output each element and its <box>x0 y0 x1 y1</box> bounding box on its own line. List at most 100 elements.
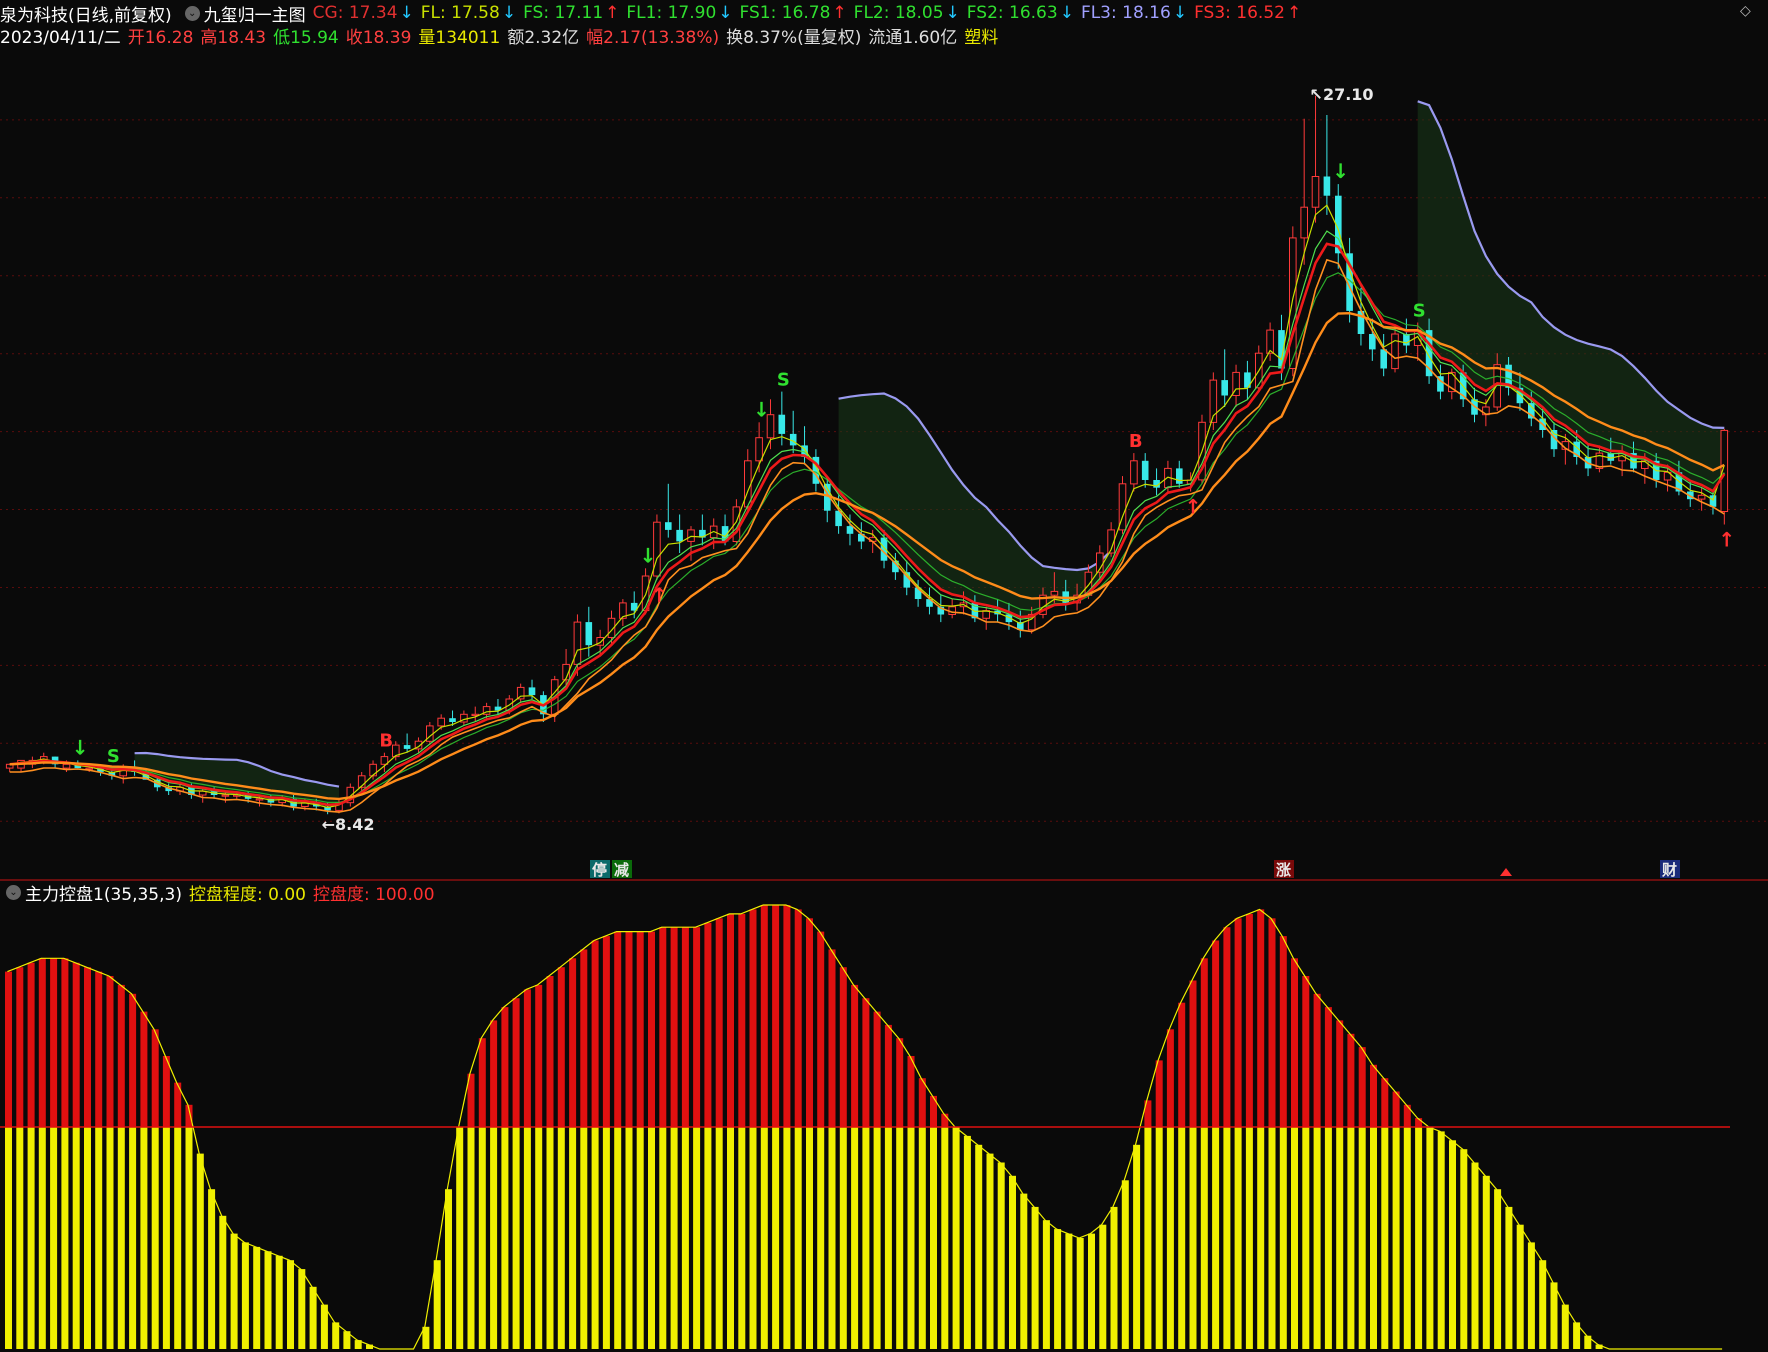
control-bar-yellow <box>1415 1127 1423 1349</box>
control-bar-red <box>817 931 825 1127</box>
signal-s: S <box>777 370 790 391</box>
control-bar-yellow <box>230 1233 238 1349</box>
candle-body <box>1323 176 1331 196</box>
control-bar-red <box>1155 1060 1163 1127</box>
control-bar-red <box>129 993 137 1127</box>
control-bar-yellow <box>1178 1127 1186 1349</box>
price-chart[interactable]: ↖27.10 ←8.42 S B S B S ↓ ↓ ↑ ↓ ↑ ↓ ↑ 停减 涨 财 <box>0 0 1768 1352</box>
control-bar-yellow <box>1245 1127 1253 1349</box>
control-bar-yellow <box>1223 1127 1231 1349</box>
control-bar-red <box>151 1029 159 1127</box>
control-bar-yellow <box>851 1127 859 1349</box>
control-bar-yellow <box>490 1127 498 1349</box>
control-bar-yellow <box>61 1127 69 1349</box>
control-bar-red <box>602 936 610 1127</box>
signal-s: S <box>107 746 120 767</box>
control-bar-red <box>738 913 746 1127</box>
max-price-label: ↖27.10 <box>1310 85 1374 104</box>
control-bar-yellow <box>151 1127 159 1349</box>
control-bar-red <box>681 927 689 1127</box>
control-bar-red <box>16 967 24 1127</box>
control-bar-red <box>760 905 768 1127</box>
control-bar-yellow <box>941 1127 949 1349</box>
control-bar-yellow <box>445 1189 452 1349</box>
control-bar-yellow <box>1347 1127 1355 1349</box>
control-bar-red <box>625 931 633 1127</box>
control-bar-red <box>95 971 103 1127</box>
control-bar-yellow <box>1550 1282 1558 1349</box>
candle-body <box>85 767 94 770</box>
control-bar-yellow <box>264 1251 272 1349</box>
control-bar-yellow <box>794 1127 802 1349</box>
control-bar-yellow <box>1313 1127 1321 1349</box>
candle-body <box>846 526 854 534</box>
control-bar-yellow <box>219 1215 227 1349</box>
control-bar-red <box>546 976 554 1127</box>
control-bar-yellow <box>648 1127 655 1349</box>
control-bar-yellow <box>1505 1206 1513 1349</box>
control-bar-yellow <box>512 1127 520 1349</box>
control-bar-yellow <box>196 1153 204 1349</box>
candle-body <box>62 763 71 769</box>
control-bar-yellow <box>185 1127 193 1349</box>
control-bar-yellow <box>478 1127 486 1349</box>
control-bar-yellow <box>580 1127 588 1349</box>
control-bar-red <box>27 962 35 1127</box>
tag-cai: 财 <box>1662 861 1677 879</box>
signal-s: S <box>1413 300 1426 321</box>
control-bar-yellow <box>1482 1175 1490 1349</box>
control-bar-yellow <box>1054 1229 1062 1349</box>
control-bar-yellow <box>896 1127 904 1349</box>
candle-body <box>221 794 230 797</box>
cloud-zone <box>1417 101 1725 492</box>
control-bar-red <box>749 909 757 1127</box>
control-bar-yellow <box>5 1127 12 1349</box>
control-bar-red <box>884 1024 892 1127</box>
control-bar-yellow <box>253 1246 261 1349</box>
control-bar-red <box>72 962 80 1127</box>
control-bar-red <box>580 949 588 1127</box>
control-bar-yellow <box>907 1127 915 1349</box>
control-bar-yellow <box>433 1260 441 1349</box>
arrow-up-icon: ↑ <box>1185 494 1202 518</box>
candle-body <box>1697 494 1706 500</box>
control-bar-yellow <box>1302 1127 1310 1349</box>
control-bar-red <box>851 984 859 1127</box>
candle-body <box>1141 460 1149 480</box>
control-bar-yellow <box>930 1127 937 1349</box>
candle-body <box>1607 453 1615 461</box>
control-bar-red <box>569 958 577 1127</box>
control-bar-yellow <box>1121 1180 1129 1349</box>
control-bar-red <box>794 909 802 1127</box>
control-bar-yellow <box>659 1127 667 1349</box>
control-bar-yellow <box>738 1127 746 1349</box>
control-bar-yellow <box>84 1127 91 1349</box>
control-bar-yellow <box>760 1127 768 1349</box>
candle-body <box>585 622 593 646</box>
control-bar-red <box>693 927 701 1127</box>
control-bar-red <box>1347 1033 1355 1127</box>
control-bar-red <box>117 984 125 1127</box>
control-bar-yellow <box>1516 1224 1524 1349</box>
control-bar-yellow <box>1584 1335 1592 1349</box>
control-bar-yellow <box>117 1127 125 1349</box>
control-bar-yellow <box>1234 1127 1242 1349</box>
candle-body <box>778 414 786 434</box>
control-bar-red <box>140 1011 148 1127</box>
control-bar-yellow <box>456 1127 464 1349</box>
control-bar-red <box>501 1007 509 1127</box>
control-bar-red <box>1200 958 1208 1127</box>
control-bar-red <box>38 958 46 1127</box>
control-bar-red <box>84 967 91 1127</box>
control-bar-red <box>523 989 531 1127</box>
control-bar-yellow <box>1426 1127 1434 1349</box>
control-bar-red <box>512 998 520 1127</box>
arrow-down-icon: ↓ <box>753 397 770 421</box>
control-bar-red <box>772 905 780 1127</box>
control-bar-yellow <box>27 1127 35 1349</box>
control-bar-red <box>61 958 69 1127</box>
control-bar-yellow <box>1494 1189 1502 1349</box>
control-bar-yellow <box>72 1127 80 1349</box>
control-bar-yellow <box>715 1127 723 1349</box>
control-bar-yellow <box>275 1255 283 1349</box>
